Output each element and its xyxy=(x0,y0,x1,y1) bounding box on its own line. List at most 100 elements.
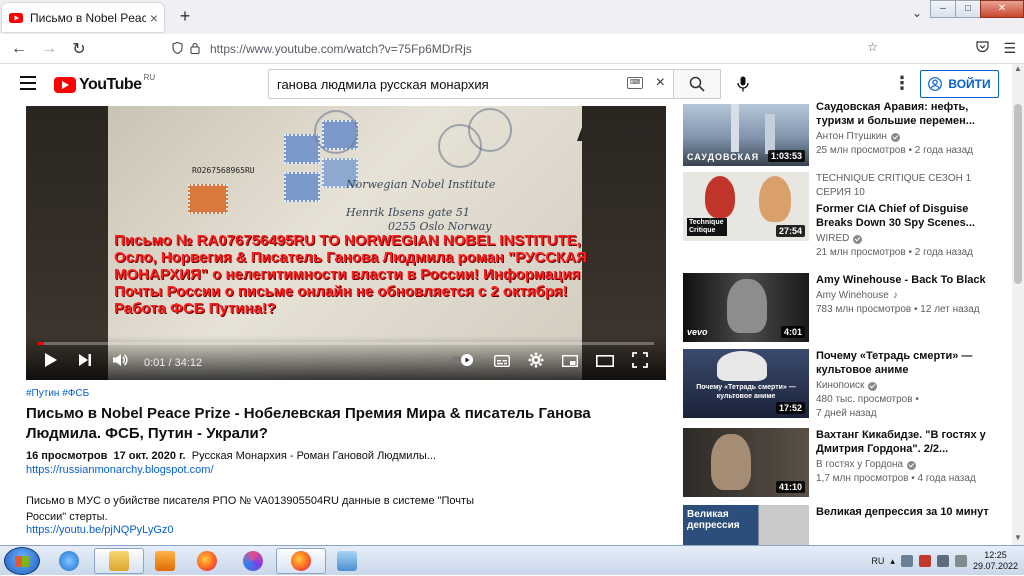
network-icon[interactable] xyxy=(936,555,949,567)
music-note-icon: ♪ xyxy=(892,290,898,301)
start-button[interactable] xyxy=(4,547,40,575)
recommendation-title[interactable]: Саудовская Аравия: нефть, туризм и больш… xyxy=(816,100,1006,128)
recommendation-title[interactable]: Amy Winehouse - Back To Black xyxy=(816,273,1006,287)
shield-icon[interactable] xyxy=(168,41,186,57)
tab-close-icon[interactable]: × xyxy=(150,10,158,26)
taskbar-browser[interactable] xyxy=(228,548,278,574)
autoplay-toggle-icon[interactable] xyxy=(450,353,476,372)
url-text[interactable]: https://www.youtube.com/watch?v=75Fp6MDr… xyxy=(210,42,472,56)
scroll-thumb[interactable] xyxy=(1014,104,1022,284)
reload-icon[interactable]: ↻ xyxy=(64,39,94,59)
settings-gear-icon[interactable] xyxy=(528,352,544,373)
channel-name: WIRED xyxy=(816,233,850,244)
scroll-down-icon[interactable]: ▼ xyxy=(1012,533,1024,545)
recommendation-item[interactable]: САУДОВСКАЯ 1:03:53 Саудовская Аравия: не… xyxy=(683,101,1008,166)
recommendation-info: Вахтанг Кикабидзе. "В гостях у Дмитрия Г… xyxy=(816,428,1006,486)
subtitles-icon[interactable] xyxy=(493,354,511,372)
theater-mode-icon[interactable] xyxy=(596,354,614,372)
description-link[interactable]: https://russianmonarchy.blogspot.com/ xyxy=(26,464,214,476)
address-bar[interactable]: https://www.youtube.com/watch?v=75Fp6MDr… xyxy=(168,37,886,61)
volume-icon[interactable] xyxy=(112,353,128,372)
new-tab-button[interactable]: + xyxy=(174,6,196,28)
windows-taskbar: RU ▴ 12:25 29.07.2022 xyxy=(0,545,1024,575)
minimize-button[interactable]: – xyxy=(930,0,956,18)
scroll-up-icon[interactable]: ▲ xyxy=(1012,64,1024,76)
microphone-icon xyxy=(737,76,749,92)
tab-list-chevron-icon[interactable]: ⌄ xyxy=(912,6,922,20)
guide-menu-icon[interactable] xyxy=(20,76,36,90)
browser-tab[interactable]: Письмо в Nobel Peace Prize - Н × xyxy=(2,3,164,32)
taskbar-ie[interactable] xyxy=(44,548,94,574)
lock-icon[interactable] xyxy=(186,42,204,57)
recommendation-channel[interactable]: WIRED xyxy=(816,232,1006,246)
recommendation-item[interactable]: Почему «Тетрадь смерти» — культовое аним… xyxy=(683,349,1008,419)
play-icon[interactable] xyxy=(44,352,58,373)
youtube-logo[interactable]: YouTube RU xyxy=(54,73,155,94)
bookmark-star-icon[interactable]: ☆ xyxy=(867,40,878,54)
recommendation-thumbnail[interactable]: vevo 4:01 xyxy=(683,273,809,342)
envelope-barcode: RO267568965RU xyxy=(192,166,255,175)
signin-button[interactable]: ВОЙТИ xyxy=(920,70,999,98)
recommendation-channel[interactable]: В гостях у Гордона xyxy=(816,458,1006,472)
volume-tray-icon[interactable] xyxy=(954,555,967,567)
miniplayer-icon[interactable] xyxy=(561,354,579,372)
clear-search-icon[interactable]: × xyxy=(656,74,665,92)
pocket-icon[interactable] xyxy=(976,40,990,57)
recommendation-thumbnail[interactable]: САУДОВСКАЯ 1:03:53 xyxy=(683,104,809,166)
clock[interactable]: 12:25 29.07.2022 xyxy=(973,550,1018,572)
taskbar-firefox-active[interactable] xyxy=(276,548,326,574)
recommendation-thumbnail[interactable]: 41:10 xyxy=(683,428,809,497)
recommendation-channel[interactable]: Кинопоиск xyxy=(816,379,1006,393)
page-scrollbar[interactable]: ▲ ▼ xyxy=(1012,64,1024,545)
fullscreen-icon[interactable] xyxy=(632,352,648,373)
forward-arrow-icon[interactable]: → xyxy=(34,40,64,58)
browser-icon xyxy=(243,551,263,571)
recommendation-thumbnail[interactable]: Technique Critique 27:54 xyxy=(683,172,809,241)
taskbar-explorer[interactable] xyxy=(94,548,144,574)
thumbnail-label: Великая депрессия xyxy=(687,509,740,531)
voice-search-button[interactable] xyxy=(732,73,754,95)
video-hashtags[interactable]: #Путин #ФСБ xyxy=(26,388,89,399)
recommendation-item[interactable]: Technique Critique 27:54 TECHNIQUE CRITI… xyxy=(683,172,1008,258)
person-shape xyxy=(727,279,767,333)
browser-toolbar-right: ☰ xyxy=(976,40,1016,57)
search-input[interactable]: ганова людмила русская монархия ⌨ × xyxy=(268,69,674,99)
progress-bar[interactable] xyxy=(38,342,654,345)
recommendation-item[interactable]: vevo 4:01 Amy Winehouse - Back To Black … xyxy=(683,273,1008,343)
recommendation-title[interactable]: Почему «Тетрадь смерти» — культовое аним… xyxy=(816,349,1006,377)
close-window-button[interactable]: ✕ xyxy=(980,0,1024,18)
thumbnail-label: Почему «Тетрадь смерти» — культовое аним… xyxy=(696,384,796,400)
menu-icon[interactable]: ☰ xyxy=(1003,40,1016,57)
tray-expand-icon[interactable]: ▴ xyxy=(890,556,895,567)
controls-right xyxy=(450,352,648,373)
recommendation-item[interactable]: 41:10 Вахтанг Кикабидзе. "В гостях у Дми… xyxy=(683,428,1008,498)
settings-more-icon[interactable]: ⋮ xyxy=(893,74,911,96)
recommendation-item[interactable]: Великая депрессия Великая депрессия за 1… xyxy=(683,505,1008,545)
recommendation-thumbnail[interactable]: Великая депрессия xyxy=(683,505,809,545)
postage-stamp xyxy=(284,172,320,202)
language-indicator[interactable]: RU xyxy=(871,556,884,566)
progress-fill xyxy=(38,342,45,345)
taskbar-app[interactable] xyxy=(322,548,372,574)
recommendation-title[interactable]: Former CIA Chief of Disguise Breaks Down… xyxy=(816,202,1006,230)
back-arrow-icon[interactable]: ← xyxy=(4,40,34,58)
tray-app-icon[interactable] xyxy=(900,555,913,567)
recommendation-title[interactable]: Великая депрессия за 10 минут xyxy=(816,505,1006,519)
maximize-button[interactable]: □ xyxy=(955,0,981,18)
recommendation-channel[interactable]: Антон Птушкин xyxy=(816,130,1006,144)
search-button[interactable] xyxy=(673,69,721,99)
recommendation-channel[interactable]: Amy Winehouse ♪ xyxy=(816,289,1006,303)
recommendation-title[interactable]: Вахтанг Кикабидзе. "В гостях у Дмитрия Г… xyxy=(816,428,1006,456)
description-link[interactable]: https://youtu.be/pjNQPyLyGz0 xyxy=(26,524,174,536)
tray-security-icon[interactable] xyxy=(918,555,931,567)
keyboard-icon[interactable]: ⌨ xyxy=(627,77,643,89)
media-player-icon xyxy=(155,551,175,571)
duration-badge: 41:10 xyxy=(775,481,805,493)
recommendation-info: Великая депрессия за 10 минут xyxy=(816,505,1006,519)
youtube-favicon-icon xyxy=(8,10,24,26)
verified-icon xyxy=(853,234,863,244)
taskbar-firefox[interactable] xyxy=(182,548,232,574)
next-icon[interactable] xyxy=(78,353,92,372)
recommendation-thumbnail[interactable]: Почему «Тетрадь смерти» — культовое аним… xyxy=(683,349,809,418)
video-player[interactable]: RO267568965RU A Norwegian Nobel Institut… xyxy=(26,106,666,380)
